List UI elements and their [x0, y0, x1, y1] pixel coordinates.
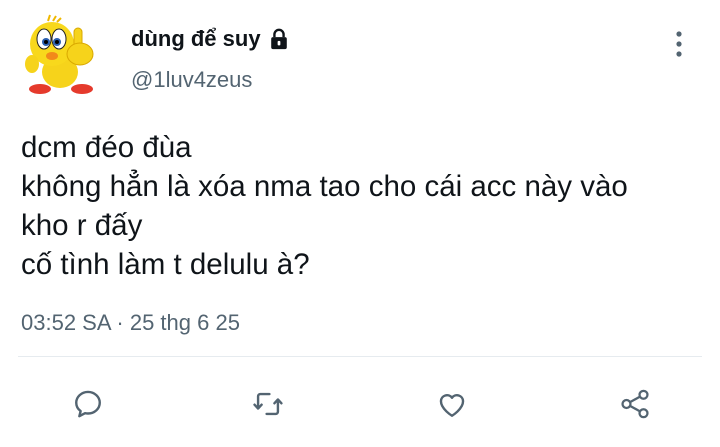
divider: [18, 356, 702, 357]
heart-icon: [439, 394, 465, 417]
retweet-icon: [253, 392, 283, 416]
more-options-button[interactable]: [664, 28, 694, 60]
tweet-text: dcm đéo đùa không hẳn là xóa nma tao cho…: [21, 128, 711, 284]
avatar-image: [20, 14, 104, 98]
tweet-line: không hẳn là xóa nma tao cho cái acc này…: [21, 170, 628, 203]
display-name[interactable]: dùng để suy: [131, 26, 261, 52]
action-bar: [0, 386, 720, 422]
tweet-timestamp[interactable]: 03:52 SA · 25 thg 6 25: [21, 310, 240, 336]
share-icon: [621, 389, 649, 419]
tweet-line: dcm đéo đùa: [21, 131, 192, 164]
reply-icon: [75, 390, 101, 418]
avatar[interactable]: [20, 14, 104, 98]
tweet-line: kho r đấy: [21, 209, 143, 242]
reply-button[interactable]: [70, 386, 106, 422]
more-vertical-icon: [676, 31, 682, 57]
like-button[interactable]: [434, 386, 470, 422]
share-button[interactable]: [617, 386, 653, 422]
tweet-line: cố tình làm t delulu à?: [21, 248, 310, 281]
lock-icon: [268, 28, 290, 50]
user-handle[interactable]: @1luv4zeus: [131, 67, 252, 93]
retweet-button[interactable]: [250, 386, 286, 422]
display-name-row[interactable]: dùng để suy: [131, 26, 290, 52]
